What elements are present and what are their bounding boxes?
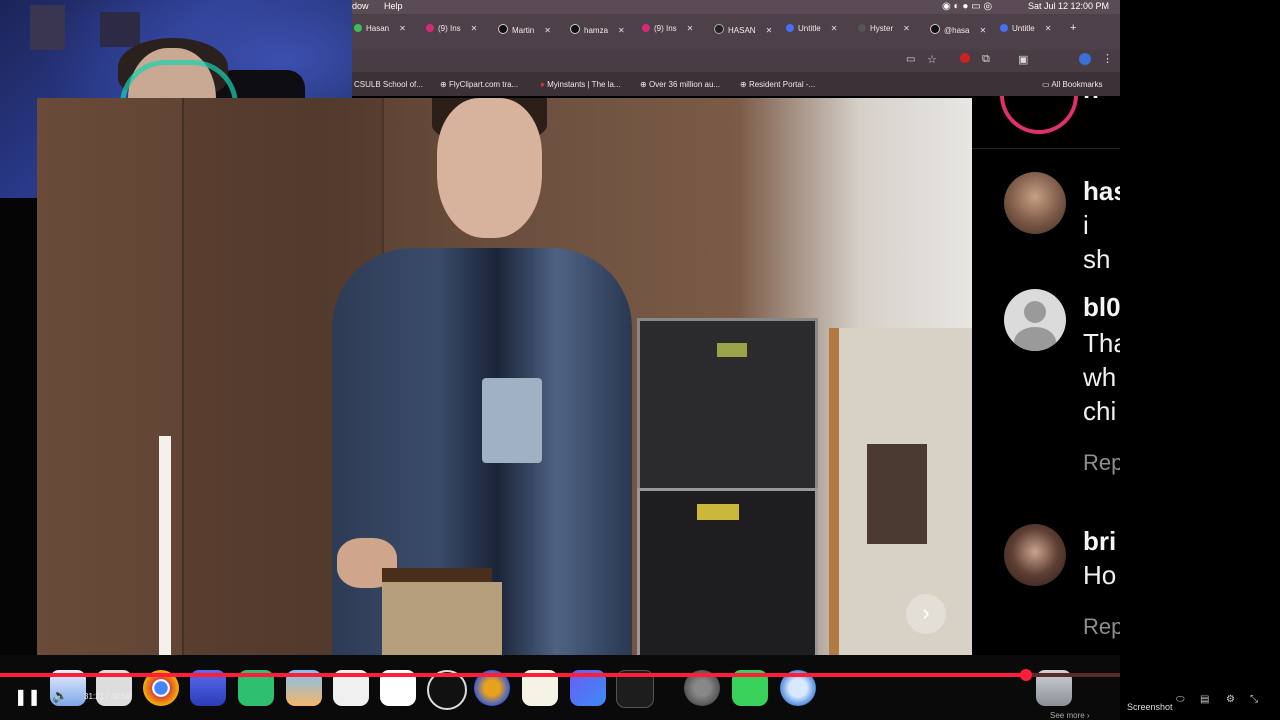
- comment-text: Tha wh chi: [1083, 328, 1120, 426]
- tab-9[interactable]: @hasa ✕: [930, 24, 986, 40]
- profile-avatar[interactable]: [1079, 53, 1091, 65]
- tab-8[interactable]: Hyster ✕: [858, 24, 910, 40]
- tab-favicon-icon: [714, 24, 724, 34]
- tiktok-icon: [930, 24, 940, 34]
- bookmark-item[interactable]: ⊕ FlyClipart.com tra...: [440, 80, 518, 89]
- comment-author[interactable]: bl0: [1083, 292, 1120, 323]
- screenshot-label: Screenshot: [1127, 702, 1173, 712]
- instagram-icon: [426, 24, 434, 32]
- tiktok-icon: [498, 24, 508, 34]
- tab-10[interactable]: Untitle ✕: [1000, 24, 1051, 40]
- tab-1[interactable]: Hasan ✕: [354, 24, 406, 40]
- pause-icon[interactable]: ❚❚: [14, 687, 41, 707]
- close-icon[interactable]: ✕: [399, 24, 406, 33]
- cast-icon[interactable]: ▭: [906, 54, 915, 65]
- sidepanel-icon[interactable]: ▣: [1018, 53, 1028, 66]
- toggle-icon[interactable]: ⬭: [1176, 694, 1185, 705]
- fullscreen-icon[interactable]: ⤡: [1250, 694, 1258, 705]
- puzzle-icon[interactable]: ⧉: [982, 53, 990, 66]
- tab-favicon-icon: [858, 24, 866, 32]
- bookmark-item[interactable]: ⊕ Resident Portal -...: [740, 80, 815, 89]
- tab-favicon-icon: [354, 24, 362, 32]
- instagram-post-photo[interactable]: [37, 98, 972, 655]
- tab-favicon-icon: [1000, 24, 1008, 32]
- new-tab-button[interactable]: +: [1070, 22, 1076, 38]
- menu-help[interactable]: Help: [384, 1, 403, 11]
- default-avatar-icon[interactable]: [1004, 289, 1066, 351]
- progress-scrubber[interactable]: [1019, 669, 1032, 681]
- menu-kebab-icon[interactable]: ⋮: [1102, 52, 1113, 65]
- avatar[interactable]: [1004, 524, 1066, 586]
- subtitles-icon[interactable]: ▤: [1200, 694, 1209, 705]
- close-icon[interactable]: ✕: [766, 26, 773, 35]
- tab-7[interactable]: Untitle ✕: [786, 24, 837, 40]
- reply-button[interactable]: Rep: [1083, 450, 1120, 476]
- comment-text: Ho: [1083, 560, 1117, 590]
- settings-gear-icon[interactable]: ⚙: [1226, 694, 1235, 705]
- divider: [972, 148, 1120, 149]
- instagram-icon: [642, 24, 650, 32]
- extension-icon[interactable]: [960, 53, 970, 63]
- tab-favicon-icon: [786, 24, 794, 32]
- close-icon[interactable]: ✕: [618, 26, 625, 35]
- close-icon[interactable]: ✕: [687, 24, 694, 33]
- tab-4[interactable]: hamza ✕: [570, 24, 625, 40]
- close-icon[interactable]: ✕: [903, 24, 910, 33]
- mac-menubar: dow Help ◉ ◐ ● ▭ ◎ Sat Jul 12 12:00 PM: [352, 0, 1120, 14]
- progress-fill: [0, 673, 1026, 677]
- bookmark-item[interactable]: ● Myinstants | The la...: [540, 80, 621, 89]
- close-icon[interactable]: ✕: [1045, 24, 1052, 33]
- comment-text: i sh: [1083, 210, 1111, 274]
- avatar[interactable]: [1000, 96, 1078, 134]
- volume-icon[interactable]: 🔈: [52, 688, 68, 704]
- bookmark-item[interactable]: ⊕ Over 36 million au...: [640, 80, 720, 89]
- reply-button[interactable]: Rep: [1083, 614, 1120, 640]
- folder-icon: ▭: [1042, 80, 1052, 89]
- video-time: 31:21 / 38:50: [84, 692, 131, 701]
- next-photo-button[interactable]: ›: [906, 594, 946, 634]
- myinstants-icon: ●: [540, 80, 548, 89]
- wifi-icon[interactable]: ◉ ◐ ● ▭ ◎: [942, 1, 992, 12]
- avatar[interactable]: [1004, 172, 1066, 234]
- comments-panel: h has i sh bl0 Tha wh chi Rep bri Ho Rep: [972, 96, 1120, 655]
- tab-5[interactable]: (9) Ins ✕: [642, 24, 693, 40]
- comment-author[interactable]: bri: [1083, 526, 1116, 557]
- browser-toolbar: ▭ ☆ ⧉ ▣ ⋮: [352, 50, 1120, 72]
- close-icon[interactable]: ✕: [544, 26, 551, 35]
- tab-2[interactable]: (9) Ins ✕: [426, 24, 477, 40]
- right-black-area: [1120, 0, 1280, 720]
- menu-window[interactable]: dow: [352, 1, 369, 11]
- bookmarks-bar: CSULB School of... ⊕ FlyClipart.com tra.…: [352, 72, 1120, 96]
- star-icon[interactable]: ☆: [927, 53, 937, 66]
- comment-author[interactable]: has: [1083, 176, 1120, 207]
- tab-6[interactable]: HASAN ✕: [714, 24, 772, 40]
- close-icon[interactable]: ✕: [831, 24, 838, 33]
- comment-author[interactable]: h: [1083, 96, 1099, 105]
- globe-icon: ⊕: [740, 80, 749, 89]
- tiktok-icon: [570, 24, 580, 34]
- close-icon[interactable]: ✕: [979, 26, 986, 35]
- globe-icon: ⊕: [440, 80, 449, 89]
- globe-icon: ⊕: [640, 80, 649, 89]
- tab-3[interactable]: Martin ✕: [498, 24, 551, 40]
- see-more-link[interactable]: See more ›: [1050, 711, 1090, 720]
- bookmark-item[interactable]: CSULB School of...: [354, 80, 423, 89]
- menubar-clock[interactable]: Sat Jul 12 12:00 PM: [1028, 1, 1109, 11]
- close-icon[interactable]: ✕: [471, 24, 478, 33]
- all-bookmarks[interactable]: ▭ All Bookmarks: [1042, 80, 1102, 89]
